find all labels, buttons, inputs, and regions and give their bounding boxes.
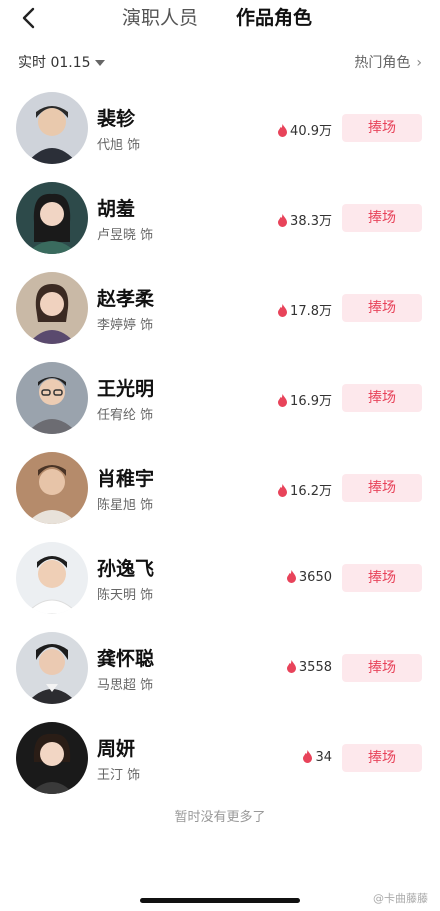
realtime-dropdown[interactable]: 实时 01.15 bbox=[18, 52, 105, 72]
filter-bar: 实时 01.15 热门角色 › bbox=[0, 48, 440, 76]
back-button[interactable] bbox=[18, 6, 42, 30]
caret-down-icon bbox=[94, 60, 105, 66]
list-item[interactable]: 肖稚宇 陈星旭 饰 16.2万 捧场 bbox=[0, 450, 440, 528]
no-more-hint: 暂时没有更多了 bbox=[174, 810, 266, 825]
hot-roles-label: 热门角色 bbox=[354, 55, 411, 71]
cheer-button[interactable]: 捧场 bbox=[342, 384, 422, 412]
list-item[interactable]: 赵孝柔 李婷婷 饰 17.8万 捧场 bbox=[0, 270, 440, 348]
cheer-button[interactable]: 捧场 bbox=[342, 744, 422, 772]
heat-value: 16.9万 bbox=[277, 390, 332, 409]
actor-name: 李婷婷 饰 bbox=[97, 318, 154, 333]
role-name: 孙逸飞 bbox=[97, 558, 155, 580]
flame-icon bbox=[278, 484, 288, 497]
role-name: 周妍 bbox=[97, 738, 136, 760]
actor-name: 卢昱晓 饰 bbox=[97, 228, 154, 243]
flame-icon bbox=[286, 570, 296, 583]
list-item[interactable]: 龚怀聪 马思超 饰 3558 捧场 bbox=[0, 630, 440, 708]
realtime-label: 实时 01.15 bbox=[18, 55, 91, 71]
hot-roles-link[interactable]: 热门角色 › bbox=[354, 52, 422, 72]
heat-value: 40.9万 bbox=[277, 120, 332, 139]
chevron-left-icon bbox=[22, 7, 35, 29]
role-name: 赵孝柔 bbox=[97, 288, 155, 310]
avatar[interactable] bbox=[16, 722, 88, 794]
cheer-button[interactable]: 捧场 bbox=[342, 114, 422, 142]
heat-value: 38.3万 bbox=[277, 210, 332, 229]
cheer-button[interactable]: 捧场 bbox=[342, 294, 422, 322]
actor-name: 任宥纶 饰 bbox=[97, 408, 154, 423]
tab-cast[interactable]: 演职人员 bbox=[122, 6, 198, 30]
actor-name: 陈天明 饰 bbox=[97, 588, 154, 603]
list-item[interactable]: 孙逸飞 陈天明 饰 3650 捧场 bbox=[0, 540, 440, 618]
cheer-button[interactable]: 捧场 bbox=[342, 654, 422, 682]
avatar[interactable] bbox=[16, 182, 88, 254]
list-item[interactable]: 王光明 任宥纶 饰 16.9万 捧场 bbox=[0, 360, 440, 438]
list-item[interactable]: 裴轸 代旭 饰 40.9万 捧场 bbox=[0, 90, 440, 168]
flame-icon bbox=[278, 124, 288, 137]
role-name: 王光明 bbox=[97, 378, 155, 400]
heat-value: 3558 bbox=[286, 660, 332, 675]
role-name: 胡羞 bbox=[97, 198, 136, 220]
cheer-button[interactable]: 捧场 bbox=[342, 564, 422, 592]
chevron-right-icon: › bbox=[416, 55, 422, 71]
avatar[interactable] bbox=[16, 452, 88, 524]
role-name: 龚怀聪 bbox=[97, 648, 155, 670]
cheer-button[interactable]: 捧场 bbox=[342, 474, 422, 502]
heat-value: 17.8万 bbox=[277, 300, 332, 319]
flame-icon bbox=[286, 660, 296, 673]
list-item[interactable]: 胡羞 卢昱晓 饰 38.3万 捧场 bbox=[0, 180, 440, 258]
cheer-button[interactable]: 捧场 bbox=[342, 204, 422, 232]
role-name: 裴轸 bbox=[97, 108, 136, 130]
avatar[interactable] bbox=[16, 92, 88, 164]
flame-icon bbox=[278, 214, 288, 227]
flame-icon bbox=[303, 750, 313, 763]
avatar[interactable] bbox=[16, 362, 88, 434]
heat-value: 34 bbox=[302, 750, 332, 765]
top-nav-bar: 演职人员 作品角色 bbox=[0, 0, 440, 40]
avatar[interactable] bbox=[16, 542, 88, 614]
watermark: @卡曲藤藤 bbox=[373, 892, 428, 905]
tab-roles[interactable]: 作品角色 bbox=[236, 6, 312, 30]
actor-name: 王汀 饰 bbox=[97, 768, 141, 783]
actor-name: 马思超 饰 bbox=[97, 678, 154, 693]
heat-value: 16.2万 bbox=[277, 480, 332, 499]
avatar[interactable] bbox=[16, 632, 88, 704]
heat-value: 3650 bbox=[286, 570, 332, 585]
home-indicator[interactable] bbox=[140, 898, 300, 903]
list-item[interactable]: 周妍 王汀 饰 34 捧场 bbox=[0, 720, 440, 798]
flame-icon bbox=[278, 394, 288, 407]
actor-name: 代旭 饰 bbox=[97, 138, 141, 153]
role-name: 肖稚宇 bbox=[97, 468, 155, 490]
avatar[interactable] bbox=[16, 272, 88, 344]
flame-icon bbox=[278, 304, 288, 317]
actor-name: 陈星旭 饰 bbox=[97, 498, 154, 513]
